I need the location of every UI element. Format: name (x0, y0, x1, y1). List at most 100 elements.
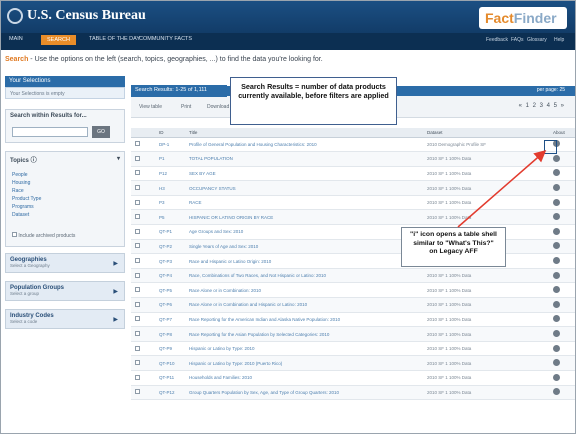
row-select[interactable] (131, 195, 155, 211)
info-icon[interactable] (553, 286, 560, 294)
row-about[interactable] (549, 385, 575, 401)
row-select[interactable] (131, 151, 155, 167)
row-title-link[interactable]: OCCUPANCY STATUS (185, 180, 423, 196)
row-checkbox[interactable] (135, 185, 140, 191)
row-about[interactable] (549, 326, 575, 342)
row-checkbox[interactable] (135, 141, 140, 147)
table-row[interactable]: QT-P2Single Years of Age and Sex: 201020… (131, 239, 575, 255)
topic-programs[interactable]: Programs (6, 203, 124, 211)
row-checkbox[interactable] (135, 345, 140, 351)
nav-help[interactable]: Help (554, 37, 564, 43)
table-row[interactable]: QT-P6 Race Alone or in Combination and Hi… (131, 297, 575, 313)
info-icon[interactable] (553, 227, 560, 235)
row-about[interactable] (549, 253, 575, 269)
nav-community-facts[interactable]: COMMUNITY FACTS (139, 36, 192, 42)
row-title-link[interactable]: Hispanic or Latino by Type: 2010 (Puerto… (185, 355, 423, 371)
row-select[interactable] (131, 253, 155, 269)
row-about[interactable] (549, 355, 575, 371)
row-title-link[interactable]: Race Reporting for the American Indian a… (185, 312, 423, 328)
nav-feedback[interactable]: Feedback (486, 37, 508, 43)
row-title-link[interactable]: Hispanic or Latino by Type: 2010 (185, 341, 423, 357)
row-checkbox[interactable] (135, 374, 140, 380)
nav-table-of-the-day[interactable]: TABLE OF THE DAY (89, 36, 140, 42)
row-title-link[interactable]: Age Groups and Sex: 2010 (185, 224, 423, 240)
row-checkbox[interactable] (135, 228, 140, 234)
info-icon[interactable] (553, 388, 560, 396)
row-checkbox[interactable] (135, 301, 140, 307)
row-title-link[interactable]: Households and Families: 2010 (185, 370, 423, 386)
row-checkbox[interactable] (135, 287, 140, 293)
table-row[interactable]: QT-P10 Hispanic or Latino by Type: 2010 (… (131, 355, 575, 371)
topic-people[interactable]: People (6, 171, 124, 179)
info-icon[interactable] (553, 344, 560, 352)
info-icon[interactable] (553, 169, 560, 177)
row-title-link[interactable]: Single Years of Age and Sex: 2010 (185, 239, 423, 255)
row-about[interactable] (549, 180, 575, 196)
row-checkbox[interactable] (135, 316, 140, 322)
table-row[interactable]: QT-P9 Hispanic or Latino by Type: 2010 201… (131, 341, 575, 357)
row-select[interactable] (131, 385, 155, 401)
row-title-link[interactable]: Profile of General Population and Housin… (185, 137, 423, 153)
nav-glossary[interactable]: Glossary (527, 37, 547, 43)
per-page[interactable]: per page: 25 (537, 87, 565, 93)
row-title-link[interactable]: Race, Combinations of Two Races, and Not… (185, 268, 423, 284)
table-row[interactable]: QT-P11 Households and Families: 2010 2010 … (131, 370, 575, 386)
topic-housing[interactable]: Housing (6, 179, 124, 187)
census-logo[interactable]: U.S. Census Bureau (27, 8, 146, 24)
table-row[interactable]: P5 HISPANIC OR LATINO ORIGIN BY RACE 2010 … (131, 209, 575, 226)
search-within-input[interactable] (12, 127, 88, 137)
info-icon[interactable] (553, 373, 560, 381)
row-about[interactable] (549, 224, 575, 240)
nav-faqs[interactable]: FAQs (511, 37, 524, 43)
row-title-link[interactable]: Race Alone or in Combination and Hispani… (185, 297, 423, 313)
col-id[interactable]: ID (155, 128, 185, 138)
row-about[interactable] (549, 312, 575, 328)
info-icon[interactable] (553, 359, 560, 367)
table-row[interactable]: QT-P7 Race Reporting for the American Ind… (131, 312, 575, 328)
industry-codes-box[interactable]: Industry Codes Select a code ▶ (5, 309, 125, 329)
info-icon[interactable] (553, 213, 560, 221)
row-checkbox[interactable] (135, 214, 140, 220)
row-title-link[interactable]: Race Reporting for the Asian Population … (185, 326, 423, 342)
row-about[interactable] (549, 268, 575, 284)
row-select[interactable] (131, 180, 155, 196)
row-checkbox[interactable] (135, 258, 140, 264)
row-select[interactable] (131, 239, 155, 255)
row-about[interactable] (549, 239, 575, 255)
info-icon[interactable] (553, 271, 560, 279)
row-title-link[interactable]: Race Alone or in Combination: 2010 (185, 282, 423, 299)
row-title-link[interactable]: SEX BY AGE (185, 166, 423, 182)
col-title[interactable]: Title (185, 128, 423, 138)
include-archived-checkbox[interactable] (12, 232, 17, 237)
row-select[interactable] (131, 341, 155, 357)
table-row[interactable]: QT-P12 Group Quarters Population by Sex, … (131, 385, 575, 401)
row-title-link[interactable]: RACE (185, 195, 423, 211)
table-row[interactable]: QT-P3 Race and Hispanic or Latino Origin:… (131, 253, 575, 269)
row-select[interactable] (131, 312, 155, 328)
info-icon[interactable] (553, 184, 560, 192)
go-button[interactable]: GO (92, 126, 110, 138)
row-select[interactable] (131, 282, 155, 299)
nav-main[interactable]: MAIN (9, 36, 23, 42)
table-row[interactable]: QT-P8 Race Reporting for the Asian Popula… (131, 326, 575, 342)
table-row[interactable]: QT-P4 Race, Combinations of Two Races, an… (131, 268, 575, 284)
info-icon[interactable] (553, 315, 560, 323)
view-table-button[interactable]: View table (139, 104, 162, 110)
include-archived[interactable]: Include archived products (12, 232, 75, 239)
table-row[interactable]: P1 TOTAL POPULATION 2010 SF 1 100% Data (131, 151, 575, 167)
topic-race[interactable]: Race (6, 187, 124, 195)
row-title-link[interactable]: HISPANIC OR LATINO ORIGIN BY RACE (185, 209, 423, 226)
row-about[interactable] (549, 195, 575, 211)
geographies-box[interactable]: Geographies Select a Geography ▶ (5, 253, 125, 273)
table-row[interactable]: QT-P1Age Groups and Sex: 20102010 SF 1 1… (131, 224, 575, 240)
row-about[interactable] (549, 370, 575, 386)
col-dataset[interactable]: Dataset (423, 128, 549, 138)
population-groups-box[interactable]: Population Groups Select a group ▶ (5, 281, 125, 301)
row-title-link[interactable]: Group Quarters Population by Sex, Age, a… (185, 385, 423, 401)
table-row[interactable]: P12 SEX BY AGE 2010 SF 1 100% Data (131, 166, 575, 182)
row-select[interactable] (131, 297, 155, 313)
pagination[interactable]: « 1 2 3 4 5 » (519, 103, 565, 109)
topics-title[interactable]: Topics ⓘ ▾ (6, 152, 124, 167)
info-icon[interactable] (553, 242, 560, 250)
row-checkbox[interactable] (135, 331, 140, 337)
